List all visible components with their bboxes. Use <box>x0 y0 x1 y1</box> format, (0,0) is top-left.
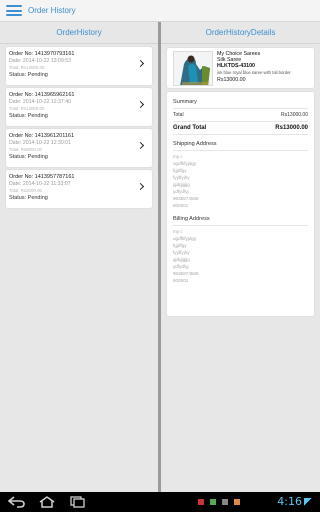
product-info: My Choice Sarees Silk Saree HLKTDS-43100… <box>217 51 317 84</box>
recent-apps-icon[interactable] <box>68 496 86 512</box>
order-item[interactable]: Order No: 1413965962161 Date: 2014-10-22… <box>6 88 152 126</box>
status-clock: 4:16 <box>277 495 302 508</box>
back-icon[interactable] <box>7 496 26 512</box>
order-item[interactable]: Order No: 1413961201161 Date: 2014-10-22… <box>6 129 152 167</box>
grand-total-value: Rs13000.00 <box>275 125 308 131</box>
total-label: Total <box>173 112 184 118</box>
shipping-address: my c ugdfkfyjdgy fgjdfgy fyjdfyjhy gjdgj… <box>173 153 308 209</box>
details-content: My Choice Sarees Silk Saree HLKTDS-43100… <box>161 44 320 320</box>
billing-address: my c ugdfkfyjdgy fgjdfgy fyjdfyjhy gjdgj… <box>173 228 308 284</box>
shipping-address-line: fgjdfgy <box>173 168 187 173</box>
summary-card: Summary Total Rs13000.00 Grand Total Rs1… <box>167 92 314 316</box>
order-status: Status: Pending <box>9 72 48 78</box>
total-row: Total Rs13000.00 <box>173 111 308 119</box>
order-details-pane: OrderHistoryDetails My Choice Sarees Sil… <box>161 22 320 492</box>
notification-icon <box>234 499 240 505</box>
shipping-address-line: fyjdfyjhy <box>173 175 190 180</box>
grand-total-row: Grand Total Rs13000.00 <box>173 124 308 132</box>
order-date: Date: 2014-10-22 13:09:53 <box>9 58 72 64</box>
grand-total-label: Grand Total <box>173 125 207 131</box>
notification-icon <box>198 499 204 505</box>
order-status: Status: Pending <box>9 195 48 201</box>
product-image <box>173 51 213 86</box>
total-value: Rs13000.00 <box>281 112 308 118</box>
billing-address-title: Billing Address <box>173 216 210 222</box>
shipping-address-line: 9635874568 <box>173 196 199 201</box>
product-price: Rs13000.00 <box>217 77 246 83</box>
billing-address-line: 600001 <box>173 278 189 283</box>
order-number: Order No: 1413957787161 <box>9 174 75 180</box>
order-item[interactable]: Order No: 1413970793161 Date: 2014-10-22… <box>6 47 152 85</box>
home-icon[interactable] <box>38 496 56 512</box>
product-description: ink blue royal blue saree with tali bord… <box>217 70 291 75</box>
shipping-address-line: gjdgjgjjg <box>173 182 190 187</box>
order-date: Date: 2014-10-22 12:30:01 <box>9 140 72 146</box>
order-history-pane: OrderHistory Order No: 1413970793161 Dat… <box>0 22 158 492</box>
signal-icon <box>304 498 312 506</box>
shipping-address-line: 600001 <box>173 203 189 208</box>
order-history-header: OrderHistory <box>0 22 158 44</box>
order-date: Date: 2014-10-22 12:37:40 <box>9 99 72 105</box>
shipping-address-line: ydfydfyj <box>173 189 189 194</box>
order-list: Order No: 1413970793161 Date: 2014-10-22… <box>0 44 158 208</box>
system-nav-bar: 4:16 <box>0 492 320 512</box>
order-number: Order No: 1413970793161 <box>9 51 75 57</box>
billing-address-line: fyjdfyjhy <box>173 250 190 255</box>
billing-address-line: my c <box>173 229 183 234</box>
shipping-address-title: Shipping Address <box>173 141 217 147</box>
order-number: Order No: 1413965962161 <box>9 92 75 98</box>
order-date: Date: 2014-10-22 11:33:07 <box>9 181 71 187</box>
billing-address-line: ugdfkfyjdgy <box>173 236 197 241</box>
summary-title: Summary <box>173 99 197 105</box>
order-status: Status: Pending <box>9 154 48 160</box>
order-number: Order No: 1413961201161 <box>9 133 75 139</box>
order-details-header: OrderHistoryDetails <box>161 22 320 44</box>
billing-address-line: gjdgjgjjg <box>173 257 190 262</box>
product-card: My Choice Sarees Silk Saree HLKTDS-43100… <box>167 48 314 88</box>
notification-icon <box>210 499 216 505</box>
shipping-address-line: my c <box>173 154 183 159</box>
notification-icon <box>222 499 228 505</box>
billing-address-line: fgjdfgy <box>173 243 187 248</box>
billing-address-line: ydfydfyj <box>173 264 189 269</box>
menu-icon[interactable] <box>6 5 22 16</box>
app-title: Order History <box>28 6 76 15</box>
action-bar: Order History <box>0 0 320 22</box>
order-item[interactable]: Order No: 1413957787161 Date: 2014-10-22… <box>6 170 152 208</box>
shipping-address-line: ugdfkfyjdgy <box>173 161 197 166</box>
order-status: Status: Pending <box>9 113 48 119</box>
billing-address-line: 9635874568 <box>173 271 199 276</box>
